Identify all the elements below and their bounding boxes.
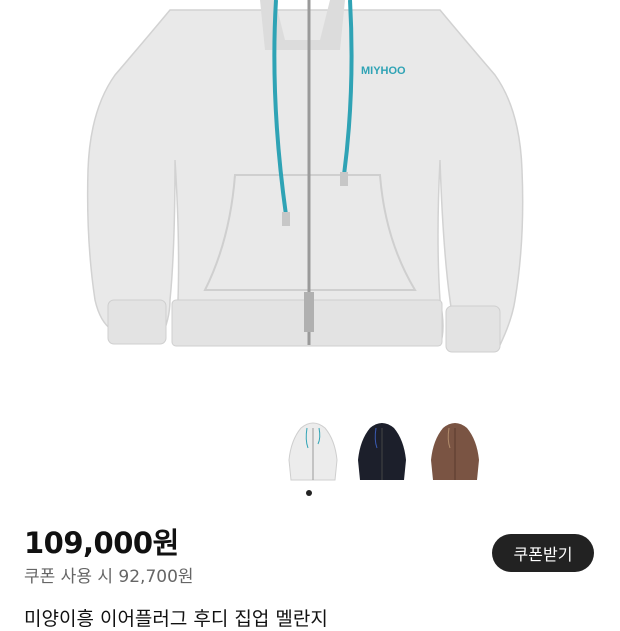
carousel-indicator — [306, 490, 312, 496]
thumbnail-navy[interactable] — [352, 420, 412, 488]
coupon-button[interactable]: 쿠폰받기 — [492, 534, 594, 572]
color-thumbnails — [0, 420, 620, 490]
coupon-price-text: 쿠폰 사용 시 92,700원 — [24, 567, 194, 587]
thumbnail-brown[interactable] — [425, 420, 485, 488]
right-cuff — [445, 305, 501, 353]
product-price: 109,000원 — [24, 526, 179, 560]
carousel-dot-active[interactable] — [306, 490, 312, 496]
product-title: 미양이흥 이어플러그 후디 집업 멜란지 — [24, 608, 328, 630]
thumbnail-melange[interactable] — [283, 420, 343, 488]
brand-print: MIYHOO — [361, 65, 406, 77]
product-main-image: MIYHOO — [0, 0, 620, 400]
left-cuff — [107, 299, 167, 345]
